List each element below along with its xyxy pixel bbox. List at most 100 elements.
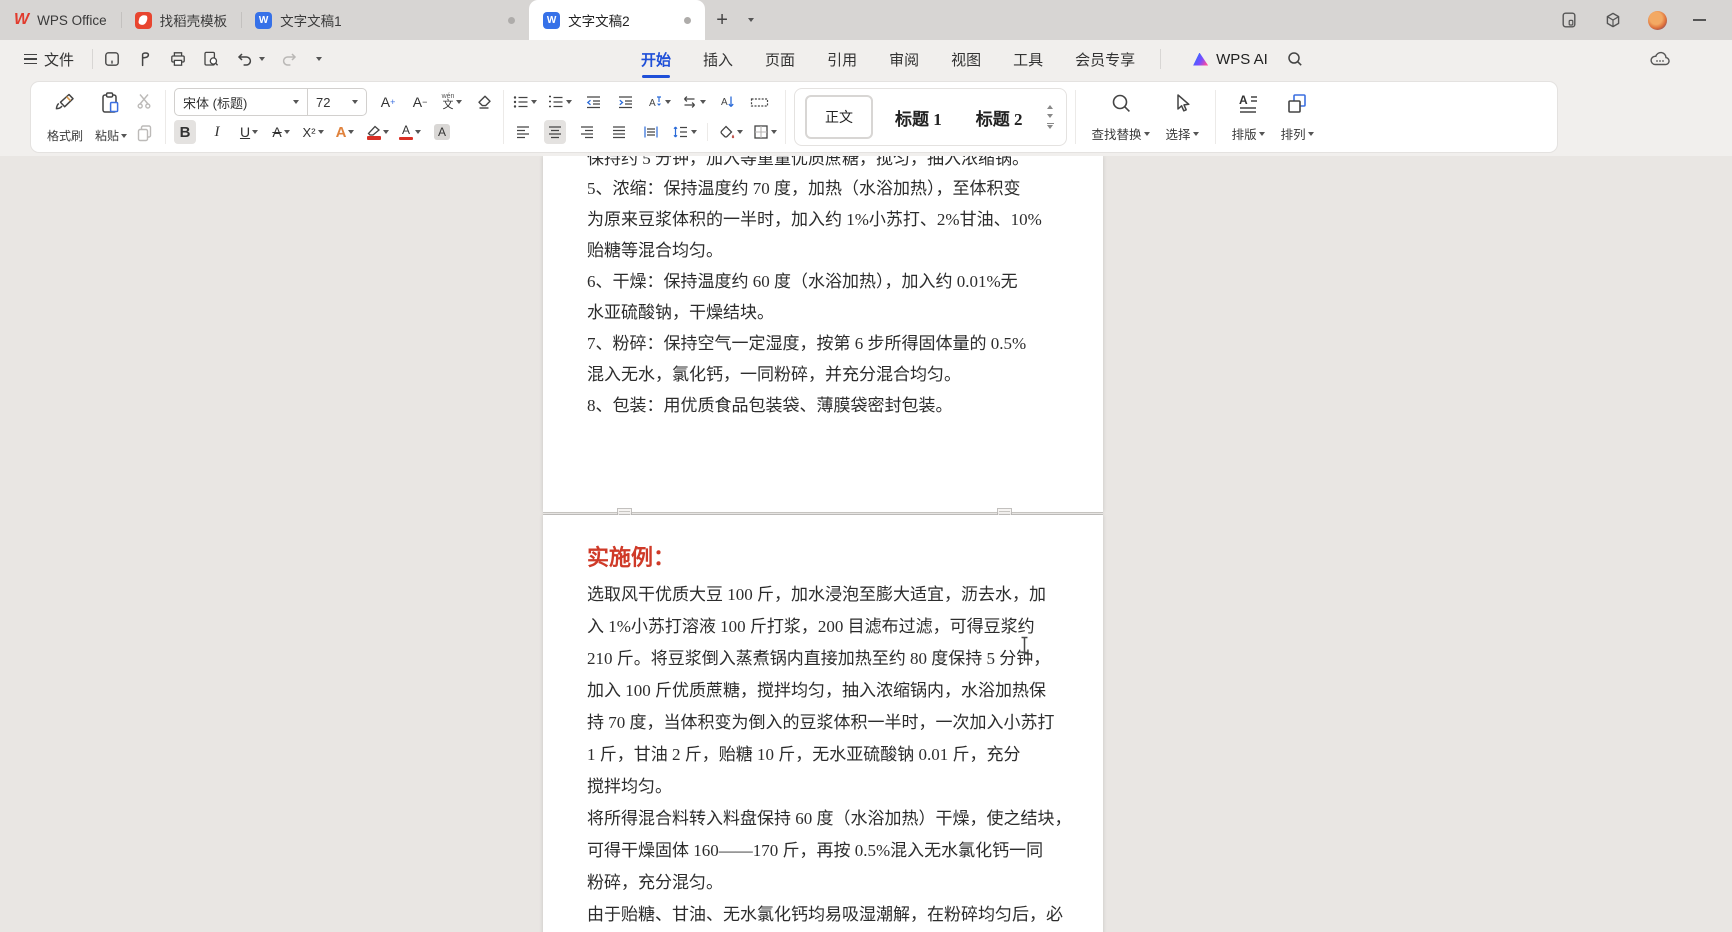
font-family-select[interactable]: 宋体 (标题) bbox=[175, 89, 307, 115]
typeset-button[interactable]: A 排版 bbox=[1224, 87, 1273, 147]
menu-tab-member[interactable]: 会员专享 bbox=[1074, 43, 1136, 76]
shading-button[interactable] bbox=[718, 120, 743, 144]
save-button[interactable] bbox=[103, 50, 121, 68]
menu-tab-page[interactable]: 页面 bbox=[764, 43, 796, 76]
document-line: 入 1%小苏打溶液 100 斤打浆，200 目滤布过滤，可得豆浆约 bbox=[587, 611, 1077, 643]
menu-tab-home[interactable]: 开始 bbox=[640, 43, 672, 76]
paste-button[interactable]: 粘贴 bbox=[89, 87, 133, 147]
highlight-color-button[interactable] bbox=[366, 120, 389, 144]
style-normal[interactable]: 正文 bbox=[805, 95, 873, 139]
superscript-button[interactable]: X² bbox=[302, 120, 324, 144]
cloud-sync-status-button[interactable] bbox=[1648, 47, 1672, 71]
new-tab-button[interactable]: + bbox=[705, 0, 739, 40]
document-line: 5、浓缩：保持温度约 70 度，加热（水浴加热），至体积变 bbox=[587, 173, 1077, 204]
numbered-list-button[interactable] bbox=[547, 90, 572, 114]
text-effect-button[interactable]: A bbox=[334, 120, 356, 144]
tab-list-button[interactable] bbox=[739, 0, 761, 40]
distribute-button[interactable] bbox=[640, 120, 662, 144]
wps-ai-button[interactable]: WPS AI bbox=[1193, 51, 1268, 68]
menu-tab-tools[interactable]: 工具 bbox=[1012, 43, 1044, 76]
chevron-down-icon bbox=[771, 130, 777, 134]
minimize-button[interactable] bbox=[1693, 19, 1706, 21]
divider bbox=[785, 90, 786, 144]
paste-icon bbox=[98, 90, 124, 116]
document-canvas[interactable]: 保持约 5 分钟，加入等重量优质蔗糖，搅匀，抽入浓缩锅。 5、浓缩：保持温度约 … bbox=[0, 156, 1732, 932]
font-color-button[interactable]: A bbox=[399, 120, 421, 144]
redo-button-disabled[interactable] bbox=[280, 50, 299, 68]
borders-button[interactable] bbox=[753, 120, 777, 144]
style-heading-1[interactable]: 标题 1 bbox=[883, 97, 954, 138]
gallery-scroll-up-button[interactable] bbox=[1047, 105, 1053, 109]
align-right-button[interactable] bbox=[576, 120, 598, 144]
style-heading-2[interactable]: 标题 2 bbox=[964, 97, 1035, 138]
text-direction-button[interactable]: A bbox=[646, 90, 671, 114]
cut-icon[interactable] bbox=[135, 91, 155, 111]
menu-tab-reference[interactable]: 引用 bbox=[826, 43, 858, 76]
tab-document-1[interactable]: W 文字文稿1 bbox=[241, 0, 529, 40]
arrange-button[interactable]: 排列 bbox=[1273, 87, 1322, 147]
find-replace-button[interactable]: 查找替换 bbox=[1084, 87, 1158, 147]
copy-icon[interactable] bbox=[135, 123, 155, 143]
tab-stops-button[interactable] bbox=[748, 90, 770, 114]
cjk-layout-button[interactable] bbox=[681, 90, 706, 114]
bold-button[interactable]: B bbox=[174, 120, 196, 144]
line-spacing-button[interactable] bbox=[672, 120, 697, 144]
align-left-button[interactable] bbox=[512, 120, 534, 144]
font-size-select[interactable]: 72 bbox=[308, 89, 366, 115]
justify-icon bbox=[611, 125, 627, 139]
bullet-list-icon bbox=[512, 94, 529, 110]
strikethrough-button[interactable]: A bbox=[270, 120, 292, 144]
gallery-more-button[interactable] bbox=[1047, 123, 1054, 130]
print-preview-icon bbox=[202, 50, 220, 68]
search-icon[interactable] bbox=[1286, 50, 1304, 68]
tab-docer-templates[interactable]: 找稻壳模板 bbox=[121, 0, 242, 40]
document-page-2[interactable]: 实施例： 选取风干优质大豆 100 斤，加水浸泡至膨大适宜，沥去水，加入 1%小… bbox=[543, 515, 1103, 932]
increase-indent-icon bbox=[617, 94, 634, 110]
clear-format-button[interactable] bbox=[473, 90, 495, 114]
mobile-device-icon[interactable] bbox=[1560, 11, 1578, 29]
document-line: 加入 100 斤优质蔗糖，搅拌均匀，抽入浓缩锅内，水浴加热保 bbox=[587, 675, 1077, 707]
user-avatar[interactable] bbox=[1648, 11, 1667, 30]
chevron-down-icon bbox=[348, 130, 354, 134]
undo-button[interactable] bbox=[235, 50, 265, 68]
app-center-cube-icon[interactable] bbox=[1604, 11, 1622, 29]
tab-label: 文字文稿2 bbox=[568, 10, 630, 30]
file-menu-button[interactable]: 文件 bbox=[16, 45, 82, 74]
align-right-icon bbox=[579, 125, 595, 139]
justify-button[interactable] bbox=[608, 120, 630, 144]
chevron-down-icon bbox=[665, 100, 671, 104]
print-preview-button[interactable] bbox=[202, 50, 220, 68]
align-center-button[interactable] bbox=[544, 120, 566, 144]
document-line: 7、粉碎：保持空气一定湿度，按第 6 步所得固体量的 0.5% bbox=[587, 328, 1077, 359]
decrease-font-button[interactable]: A− bbox=[409, 90, 431, 114]
divider bbox=[503, 90, 504, 144]
select-button[interactable]: 选择 bbox=[1158, 87, 1207, 147]
bullet-list-button[interactable] bbox=[512, 90, 537, 114]
italic-button[interactable]: I bbox=[206, 120, 228, 144]
divider bbox=[707, 123, 708, 141]
customize-quick-toolbar-button[interactable] bbox=[314, 57, 322, 61]
ruler-icon bbox=[750, 95, 769, 109]
gallery-scroll-down-button[interactable] bbox=[1047, 114, 1053, 118]
export-pdf-button[interactable] bbox=[136, 50, 154, 68]
print-button[interactable] bbox=[169, 50, 187, 68]
document-page-1[interactable]: 保持约 5 分钟，加入等重量优质蔗糖，搅匀，抽入浓缩锅。 5、浓缩：保持温度约 … bbox=[543, 156, 1103, 512]
pinyin-guide-button[interactable]: wén 文 bbox=[441, 90, 463, 114]
menu-tab-review[interactable]: 审阅 bbox=[888, 43, 920, 76]
increase-indent-button[interactable] bbox=[614, 90, 636, 114]
format-painter-button[interactable]: 格式刷 bbox=[41, 87, 89, 147]
decrease-indent-button[interactable] bbox=[582, 90, 604, 114]
underline-button[interactable]: U bbox=[238, 120, 260, 144]
menu-tab-insert[interactable]: 插入 bbox=[702, 43, 734, 76]
sort-button[interactable]: A bbox=[716, 90, 738, 114]
document-line: 混入无水，氯化钙，一同粉碎，并充分混合均匀。 bbox=[587, 359, 1077, 390]
decrease-indent-icon bbox=[585, 94, 602, 110]
menu-tab-view[interactable]: 视图 bbox=[950, 43, 982, 76]
char-shading-button[interactable]: A bbox=[431, 120, 453, 144]
chevron-down-icon bbox=[700, 100, 706, 104]
increase-font-button[interactable]: A+ bbox=[377, 90, 399, 114]
align-left-icon bbox=[515, 125, 531, 139]
chevron-down-icon bbox=[1259, 132, 1265, 136]
tab-wps-home[interactable]: W WPS Office bbox=[0, 0, 121, 40]
tab-document-2[interactable]: W 文字文稿2 bbox=[529, 0, 705, 40]
